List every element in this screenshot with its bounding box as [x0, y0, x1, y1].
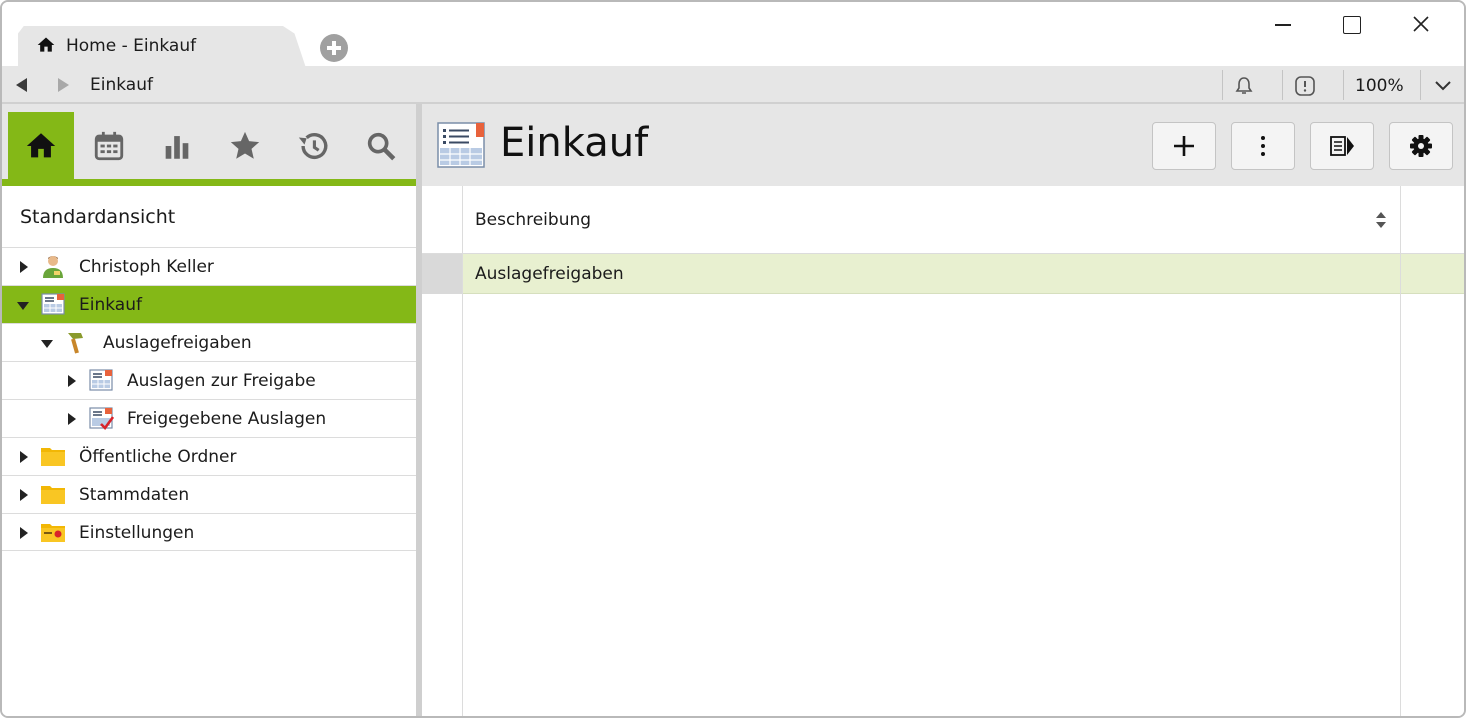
chevron-down-icon[interactable] [1432, 74, 1454, 96]
tree-item-label: Stammdaten [79, 485, 190, 505]
form-icon [437, 122, 485, 168]
table-row[interactable]: Auslagefreigaben [422, 254, 1464, 294]
expand-arrow-icon[interactable] [68, 375, 76, 387]
expand-arrow-icon[interactable] [20, 527, 28, 539]
add-icon [1174, 136, 1194, 156]
divider [1222, 70, 1223, 100]
details-panel-button[interactable] [1310, 122, 1374, 170]
settings-button[interactable] [1389, 122, 1453, 170]
tree-item-label: Freigegebene Auslagen [127, 409, 327, 429]
column-header-beschreibung[interactable]: Beschreibung [475, 210, 591, 230]
back-icon[interactable] [16, 78, 27, 92]
gear-icon [1410, 135, 1432, 157]
add-button[interactable] [1152, 122, 1216, 170]
form-check-icon [89, 407, 114, 430]
folder-icon [41, 486, 65, 504]
close-icon [1413, 16, 1429, 32]
tool-calendar[interactable] [76, 112, 142, 179]
tree-item-label: Einkauf [79, 295, 142, 315]
column-divider [462, 186, 463, 716]
bar-chart-icon [165, 135, 189, 159]
forward-icon[interactable] [58, 78, 69, 92]
bell-icon[interactable] [1232, 74, 1256, 98]
data-grid: Beschreibung Auslagefreigaben [422, 186, 1464, 716]
expand-arrow-icon[interactable] [20, 451, 28, 463]
folder-settings-icon [41, 524, 65, 542]
user-icon [43, 256, 63, 278]
expand-arrow-icon[interactable] [20, 261, 28, 273]
tree-item-oeffentliche-ordner[interactable]: Öffentliche Ordner [2, 437, 416, 475]
tree-item-stammdaten[interactable]: Stammdaten [2, 475, 416, 513]
tool-search[interactable] [348, 112, 414, 179]
tab-title: Home - Einkauf [66, 36, 197, 56]
tree-item-label: Öffentliche Ordner [79, 447, 237, 467]
tool-history[interactable] [280, 112, 346, 179]
tree-item-einkauf[interactable]: Einkauf [2, 285, 416, 323]
sort-icon[interactable] [1374, 210, 1388, 230]
tree-item-label: Auslagefreigaben [103, 333, 252, 353]
tree-item-label: Einstellungen [79, 523, 195, 543]
divider [1343, 70, 1344, 100]
address-path: Einkauf [90, 75, 153, 95]
star-icon [230, 131, 260, 159]
alert-icon[interactable] [1293, 74, 1317, 98]
title-bar: Home - Einkauf [2, 2, 1464, 68]
new-tab-button[interactable] [320, 34, 348, 62]
tree-item-einstellungen[interactable]: Einstellungen [2, 513, 416, 551]
home-icon [26, 132, 56, 157]
minimize-button[interactable] [1268, 12, 1298, 38]
divider [1420, 70, 1421, 100]
column-divider [1400, 186, 1401, 716]
calendar-icon [94, 131, 124, 160]
tool-favorites[interactable] [212, 112, 278, 179]
zoom-level[interactable]: 100% [1355, 76, 1404, 96]
history-icon [298, 132, 328, 159]
close-button[interactable] [1406, 12, 1436, 38]
hammer-icon [68, 333, 83, 354]
grid-header: Beschreibung [422, 186, 1464, 254]
tool-home[interactable] [8, 112, 74, 179]
tool-statistics[interactable] [144, 112, 210, 179]
folder-icon [41, 448, 65, 466]
app-window: Home - Einkauf Einkauf 100% Standardansi… [0, 0, 1466, 718]
main-header: Einkauf [422, 104, 1464, 186]
tree-item-auslagen-zur-freigabe[interactable]: Auslagen zur Freigabe [2, 361, 416, 399]
table-cell: Auslagefreigaben [475, 264, 624, 284]
navigation-tree: Christoph Keller Einkauf Auslagefreigabe… [2, 247, 416, 551]
navigation-pane: Standardansicht Christoph Keller Einkauf… [2, 104, 416, 716]
form-icon [89, 369, 113, 391]
collapse-arrow-icon[interactable] [41, 340, 53, 348]
search-icon [367, 132, 396, 160]
view-title: Standardansicht [20, 206, 176, 228]
divider [1282, 70, 1283, 100]
maximize-button[interactable] [1336, 12, 1366, 38]
row-selector[interactable] [422, 254, 462, 294]
tree-item-label: Christoph Keller [79, 257, 214, 277]
address-bar: Einkauf 100% [2, 66, 1464, 104]
tree-item-freigegebene-auslagen[interactable]: Freigegebene Auslagen [2, 399, 416, 437]
page-title: Einkauf [500, 120, 649, 166]
tree-item-christoph-keller[interactable]: Christoph Keller [2, 247, 416, 285]
expand-arrow-icon[interactable] [68, 413, 76, 425]
tree-item-auslagefreigaben[interactable]: Auslagefreigaben [2, 323, 416, 361]
more-vertical-icon [1261, 136, 1265, 156]
form-icon [41, 293, 65, 315]
nav-toolbar [2, 104, 416, 186]
home-icon [37, 37, 55, 52]
main-pane: Einkauf Beschreibung Auslagefreigaben [422, 104, 1464, 716]
collapse-arrow-icon[interactable] [17, 302, 29, 310]
tree-item-label: Auslagen zur Freigabe [127, 371, 316, 391]
details-panel-icon [1330, 136, 1354, 156]
more-button[interactable] [1231, 122, 1295, 170]
expand-arrow-icon[interactable] [20, 489, 28, 501]
